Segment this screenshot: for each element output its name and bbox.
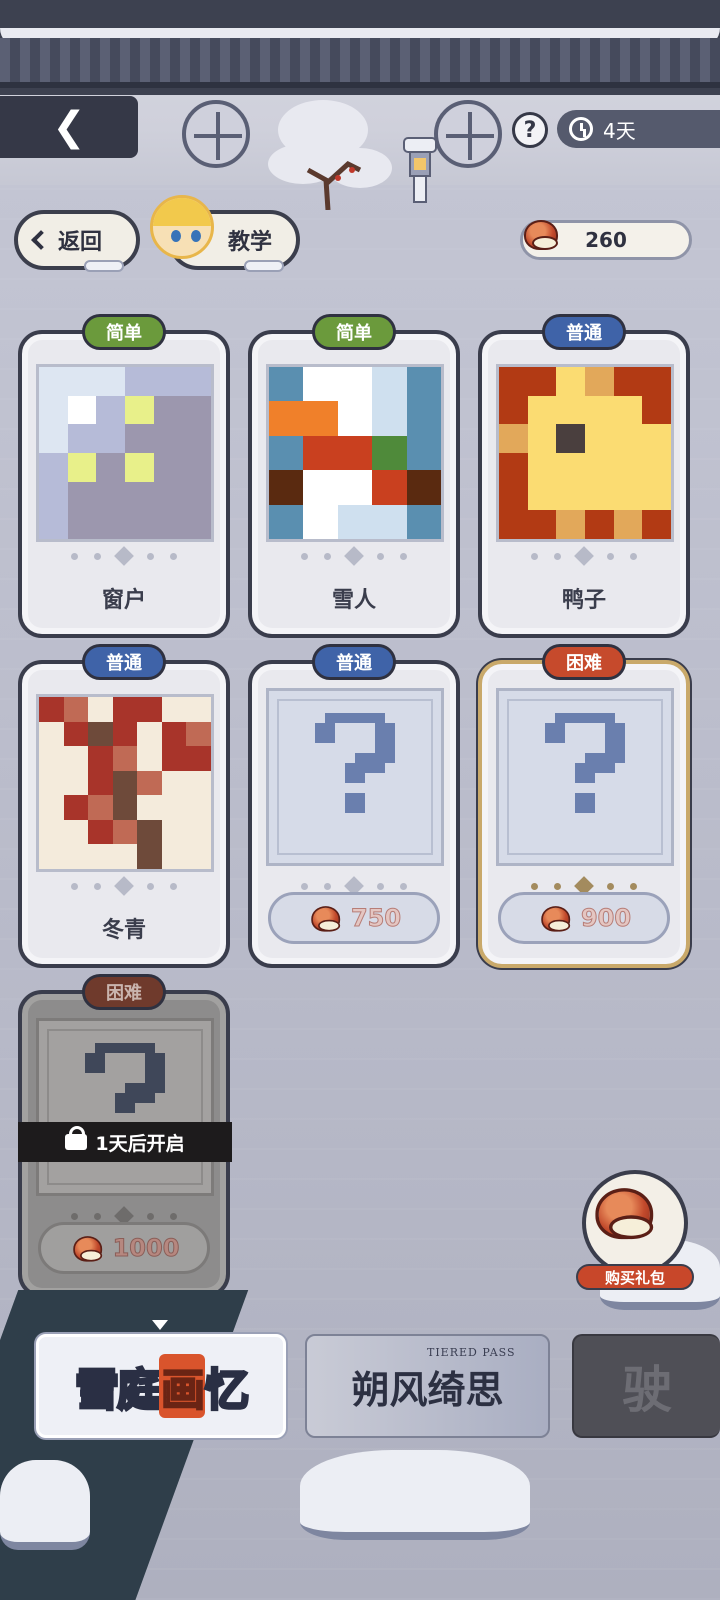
- pixel-art-window: [36, 364, 214, 542]
- snow-rock-decoration: [300, 1450, 530, 1540]
- tab-snow-garden[interactable]: 雪庭画忆: [36, 1334, 286, 1438]
- unlock-price-button[interactable]: 1000: [38, 1222, 210, 1274]
- puzzle-card-snowman[interactable]: 简单 雪人: [248, 314, 460, 638]
- lattice-window-icon: [182, 100, 250, 168]
- buy-gift-pack-button[interactable]: 购买礼包: [576, 1170, 694, 1290]
- snowcap-decoration: [84, 260, 124, 272]
- unlock-price: 750: [350, 904, 402, 933]
- puzzle-card-holly[interactable]: 普通 冬青: [18, 644, 230, 968]
- puzzle-card-mystery[interactable]: 普通 750: [248, 644, 460, 968]
- pastry-gift-icon: [592, 1185, 660, 1250]
- tab-title: 朔风绮思: [351, 1366, 504, 1412]
- return-label: 返回: [58, 230, 103, 255]
- snow-rock-decoration: [0, 1460, 90, 1550]
- question-mark-icon: [315, 713, 395, 813]
- mystery-image: [36, 1018, 214, 1196]
- difficulty-badge: 困难: [542, 644, 626, 680]
- unlock-price: 1000: [112, 1234, 180, 1263]
- tab-title: 雪庭画忆: [74, 1354, 251, 1418]
- mystery-image: [496, 688, 674, 866]
- lattice-window-icon: [434, 100, 502, 168]
- unlock-countdown: 1天后开启: [95, 1132, 185, 1155]
- lock-icon: [65, 1126, 88, 1150]
- pixel-art-snowman: [266, 364, 444, 542]
- tutorial-label: 教学: [228, 230, 273, 255]
- timer-label: 4天: [603, 118, 636, 143]
- pastry-currency-icon: [71, 1234, 102, 1262]
- puzzle-name: 鸭子: [561, 588, 606, 613]
- tab-tiered-pass[interactable]: TIERED PASS 朔风绮思: [305, 1334, 550, 1438]
- event-timer: 4天: [557, 110, 720, 148]
- clock-icon: [569, 117, 593, 141]
- tab-subtitle: TIERED PASS: [427, 1346, 516, 1359]
- puzzle-name: 窗户: [101, 588, 146, 613]
- snowcap-decoration: [244, 260, 284, 272]
- pastry-currency-icon: [309, 904, 341, 932]
- difficulty-badge: 普通: [82, 644, 166, 680]
- chevron-left-icon: ❮: [52, 104, 86, 150]
- puzzle-card-duck[interactable]: 普通 鸭子: [478, 314, 690, 638]
- pixel-art-duck: [496, 364, 674, 542]
- active-tab-indicator: [152, 1320, 168, 1330]
- lock-banner: 1天后开启: [18, 1122, 232, 1162]
- gift-ring: [582, 1170, 688, 1276]
- difficulty-badge: 困难: [82, 974, 166, 1010]
- gift-label: 购买礼包: [576, 1264, 694, 1290]
- pixel-art-holly: [36, 694, 214, 872]
- progress-dots: [22, 546, 226, 566]
- help-button[interactable]: ?: [512, 112, 548, 148]
- currency-amount: 260: [585, 228, 627, 252]
- pastry-currency-icon: [539, 904, 571, 932]
- puzzle-card-mystery-hard[interactable]: 困难 900: [478, 644, 690, 968]
- puzzle-card-window[interactable]: 简单 窗户: [18, 314, 230, 638]
- difficulty-badge: 简单: [82, 314, 166, 350]
- return-button[interactable]: 返回: [14, 210, 140, 272]
- difficulty-badge: 简单: [312, 314, 396, 350]
- unlock-price-button[interactable]: 750: [268, 892, 440, 944]
- back-arrow-button[interactable]: ❮: [0, 96, 138, 158]
- snow-tree-decoration: [268, 100, 398, 210]
- mystery-image: [266, 688, 444, 866]
- puzzle-name: 冬青: [101, 918, 146, 943]
- unlock-price: 900: [580, 904, 632, 933]
- chevron-left-icon: [31, 230, 51, 250]
- stone-lantern-decoration: [400, 132, 440, 212]
- puzzle-card-locked[interactable]: 困难 1天后开启 1000: [18, 974, 232, 1298]
- difficulty-badge: 普通: [312, 644, 396, 680]
- progress-dots: [22, 876, 226, 896]
- puzzle-name: 雪人: [331, 588, 376, 613]
- unlock-price-button[interactable]: 900: [498, 892, 670, 944]
- help-label: ?: [523, 117, 537, 143]
- question-mark-icon: [545, 713, 625, 813]
- progress-dots: [482, 546, 686, 566]
- guide-avatar: [150, 195, 214, 259]
- tab-third-event[interactable]: 驶: [572, 1334, 720, 1438]
- pastry-currency-icon: [522, 218, 562, 256]
- progress-dots: [252, 546, 456, 566]
- roof-tiles: [0, 38, 720, 88]
- tab-glyph: 驶: [622, 1360, 672, 1419]
- difficulty-badge: 普通: [542, 314, 626, 350]
